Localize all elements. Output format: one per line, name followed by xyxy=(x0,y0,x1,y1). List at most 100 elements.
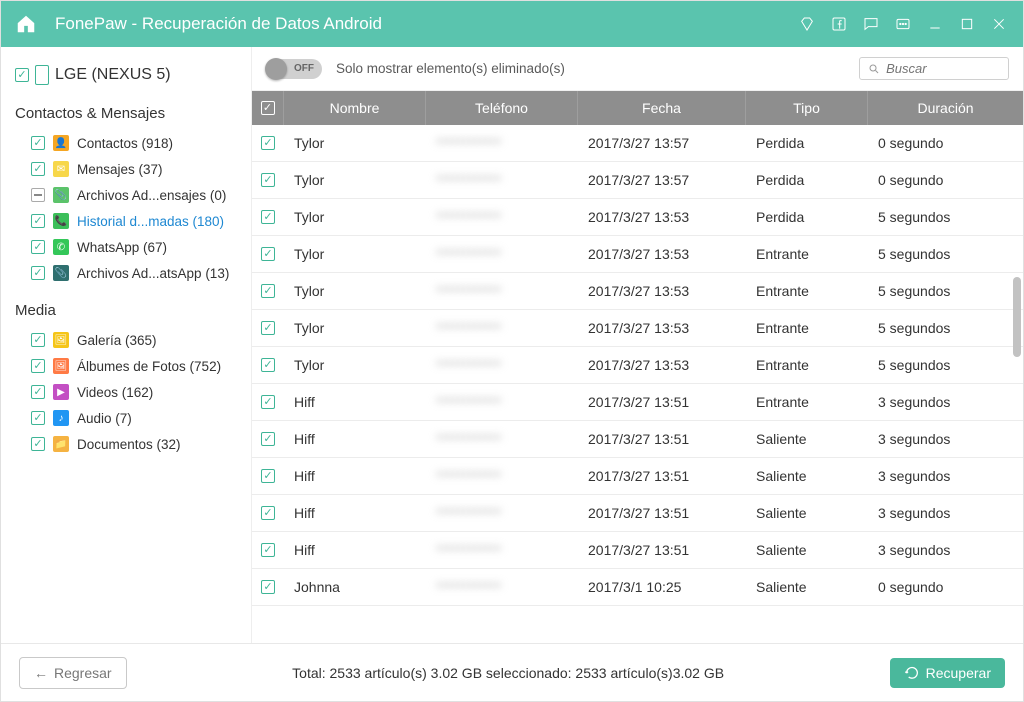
cell-dur: 0 segundo xyxy=(868,162,1023,198)
row-checkbox[interactable] xyxy=(261,247,275,261)
sidebar-item[interactable]: 🖼Álbumes de Fotos (752) xyxy=(7,353,245,379)
maximize-icon[interactable] xyxy=(957,14,977,34)
sidebar-item[interactable]: 📎 Archivos Ad...atsApp (13) xyxy=(7,260,245,286)
item-label: Galería (365) xyxy=(77,333,157,348)
row-checkbox[interactable] xyxy=(261,210,275,224)
menu-icon[interactable] xyxy=(893,14,913,34)
item-checkbox[interactable] xyxy=(31,240,45,254)
item-checkbox[interactable] xyxy=(31,214,45,228)
category-icon: 👤 xyxy=(53,135,69,151)
summary-text: Total: 2533 artículo(s) 3.02 GB seleccio… xyxy=(139,665,878,681)
item-checkbox[interactable] xyxy=(31,437,45,451)
table-row[interactable]: Tylor************2017/3/27 13:53Entrante… xyxy=(252,273,1023,310)
device-checkbox[interactable] xyxy=(15,68,29,82)
cell-fecha: 2017/3/27 13:57 xyxy=(578,125,746,161)
cell-tel: ************ xyxy=(426,421,578,457)
sidebar-item[interactable]: ▶Videos (162) xyxy=(7,379,245,405)
table-row[interactable]: Tylor************2017/3/27 13:53Entrante… xyxy=(252,310,1023,347)
cell-name: Hiff xyxy=(284,532,426,568)
col-tel[interactable]: Teléfono xyxy=(426,91,578,125)
search-input[interactable] xyxy=(886,61,1000,76)
select-all-checkbox[interactable] xyxy=(261,101,275,115)
cell-dur: 5 segundos xyxy=(868,236,1023,272)
sidebar-item[interactable]: 👤 Contactos (918) xyxy=(7,130,245,156)
table-row[interactable]: Hiff************2017/3/27 13:51Saliente3… xyxy=(252,532,1023,569)
feedback-icon[interactable] xyxy=(861,14,881,34)
row-checkbox[interactable] xyxy=(261,543,275,557)
row-checkbox[interactable] xyxy=(261,395,275,409)
cell-name: Tylor xyxy=(284,125,426,161)
col-name[interactable]: Nombre xyxy=(284,91,426,125)
sidebar-item[interactable]: 📁Documentos (32) xyxy=(7,431,245,457)
table-row[interactable]: Tylor************2017/3/27 13:53Entrante… xyxy=(252,236,1023,273)
cell-name: Johnna xyxy=(284,569,426,605)
sidebar-item[interactable]: ✉Mensajes (37) xyxy=(7,156,245,182)
row-checkbox[interactable] xyxy=(261,136,275,150)
cell-fecha: 2017/3/27 13:51 xyxy=(578,421,746,457)
cell-fecha: 2017/3/27 13:53 xyxy=(578,347,746,383)
row-checkbox[interactable] xyxy=(261,284,275,298)
cell-tipo: Entrante xyxy=(746,347,868,383)
item-label: WhatsApp (67) xyxy=(77,240,167,255)
item-checkbox[interactable] xyxy=(31,411,45,425)
table-row[interactable]: Hiff************2017/3/27 13:51Saliente3… xyxy=(252,495,1023,532)
sidebar-item[interactable]: 🖼Galería (365) xyxy=(7,327,245,353)
facebook-icon[interactable] xyxy=(829,14,849,34)
item-label: Archivos Ad...atsApp (13) xyxy=(77,266,229,281)
item-label: Archivos Ad...ensajes (0) xyxy=(77,188,226,203)
gem-icon[interactable] xyxy=(797,14,817,34)
cell-dur: 3 segundos xyxy=(868,458,1023,494)
deleted-toggle[interactable]: OFF xyxy=(266,59,322,79)
row-checkbox[interactable] xyxy=(261,358,275,372)
cell-tipo: Entrante xyxy=(746,310,868,346)
cell-dur: 3 segundos xyxy=(868,384,1023,420)
sidebar-item[interactable]: 📎Archivos Ad...ensajes (0) xyxy=(7,182,245,208)
item-checkbox[interactable] xyxy=(31,162,45,176)
item-checkbox[interactable] xyxy=(31,266,45,280)
close-icon[interactable] xyxy=(989,14,1009,34)
row-checkbox[interactable] xyxy=(261,580,275,594)
table-row[interactable]: Hiff************2017/3/27 13:51Entrante3… xyxy=(252,384,1023,421)
item-checkbox[interactable] xyxy=(31,333,45,347)
sidebar-item[interactable]: ✆WhatsApp (67) xyxy=(7,234,245,260)
row-checkbox[interactable] xyxy=(261,506,275,520)
back-button[interactable]: ← Regresar xyxy=(19,657,127,689)
table-row[interactable]: Tylor************2017/3/27 13:57Perdida0… xyxy=(252,162,1023,199)
cell-dur: 0 segundo xyxy=(868,125,1023,161)
col-dur[interactable]: Duración xyxy=(868,91,1023,125)
col-fecha[interactable]: Fecha xyxy=(578,91,746,125)
row-checkbox[interactable] xyxy=(261,173,275,187)
scrollbar-thumb[interactable] xyxy=(1013,277,1021,357)
minimize-icon[interactable] xyxy=(925,14,945,34)
device-row[interactable]: LGE (NEXUS 5) xyxy=(7,61,245,89)
item-checkbox[interactable] xyxy=(31,188,45,202)
search-box[interactable] xyxy=(859,57,1009,80)
table-row[interactable]: Tylor************2017/3/27 13:57Perdida0… xyxy=(252,125,1023,162)
table-row[interactable]: Tylor************2017/3/27 13:53Perdida5… xyxy=(252,199,1023,236)
item-checkbox[interactable] xyxy=(31,359,45,373)
col-tipo[interactable]: Tipo xyxy=(746,91,868,125)
item-label: Contactos (918) xyxy=(77,136,173,151)
cell-name: Hiff xyxy=(284,495,426,531)
cell-dur: 3 segundos xyxy=(868,532,1023,568)
item-checkbox[interactable] xyxy=(31,385,45,399)
table-header: Nombre Teléfono Fecha Tipo Duración xyxy=(252,91,1023,125)
table-row[interactable]: Johnna************2017/3/1 10:25Saliente… xyxy=(252,569,1023,606)
row-checkbox[interactable] xyxy=(261,432,275,446)
row-checkbox[interactable] xyxy=(261,469,275,483)
section-contacts-title: Contactos & Mensajes xyxy=(7,89,245,130)
recover-button[interactable]: Recuperar xyxy=(890,658,1005,688)
category-icon: 📁 xyxy=(53,436,69,452)
category-icon: 📎 xyxy=(53,265,69,281)
row-checkbox[interactable] xyxy=(261,321,275,335)
table-row[interactable]: Hiff************2017/3/27 13:51Saliente3… xyxy=(252,458,1023,495)
cell-fecha: 2017/3/27 13:51 xyxy=(578,458,746,494)
table-row[interactable]: Tylor************2017/3/27 13:53Entrante… xyxy=(252,347,1023,384)
item-checkbox[interactable] xyxy=(31,136,45,150)
cell-tipo: Saliente xyxy=(746,532,868,568)
cell-name: Tylor xyxy=(284,236,426,272)
home-icon[interactable] xyxy=(15,13,37,35)
sidebar-item[interactable]: 📞Historial d...madas (180) xyxy=(7,208,245,234)
table-row[interactable]: Hiff************2017/3/27 13:51Saliente3… xyxy=(252,421,1023,458)
sidebar-item[interactable]: ♪Audio (7) xyxy=(7,405,245,431)
